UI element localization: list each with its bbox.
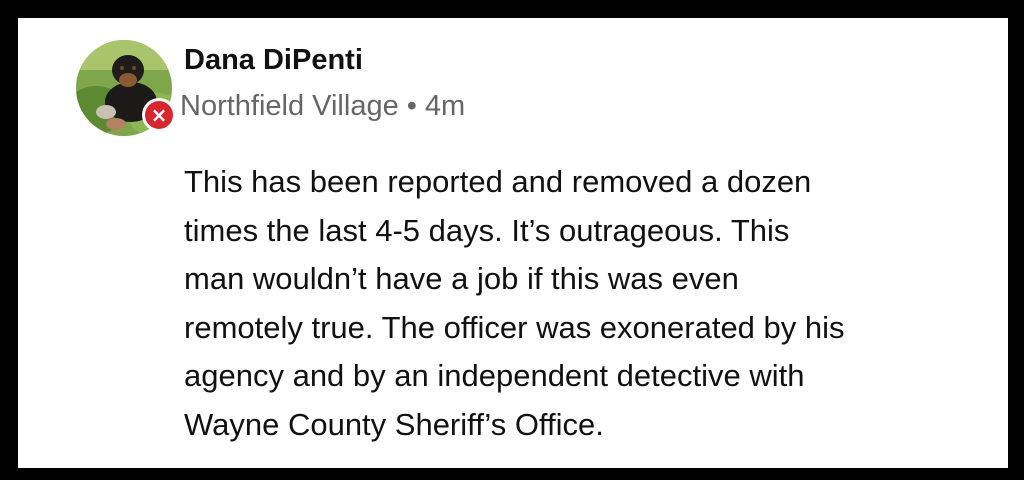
location-label[interactable]: Northfield Village: [180, 90, 399, 122]
author-name[interactable]: Dana DiPenti: [184, 44, 363, 77]
comment-card: × Dana DiPenti Northfield Village • 4m Thi…: [18, 18, 1008, 468]
meta-separator: •: [406, 90, 417, 122]
comment-line: Wayne County Sheriff’s Office.: [184, 406, 604, 442]
close-icon: ×: [145, 101, 173, 129]
comment-meta: Northfield Village • 4m: [180, 90, 465, 123]
comment-line: times the last 4-5 days. It’s outrageous…: [184, 212, 790, 248]
comment-line: This has been reported and removed a doz…: [184, 164, 812, 199]
comment-line: agency and by an independent detective w…: [184, 358, 805, 393]
status-badge: ×: [142, 98, 176, 132]
comment-line: man wouldn’t have a job if this was even: [184, 261, 739, 296]
timestamp[interactable]: 4m: [425, 90, 465, 122]
comment-body: This has been reported and removed a doz…: [184, 158, 984, 449]
comment-line: remotely true. The officer was exonerate…: [184, 309, 845, 345]
